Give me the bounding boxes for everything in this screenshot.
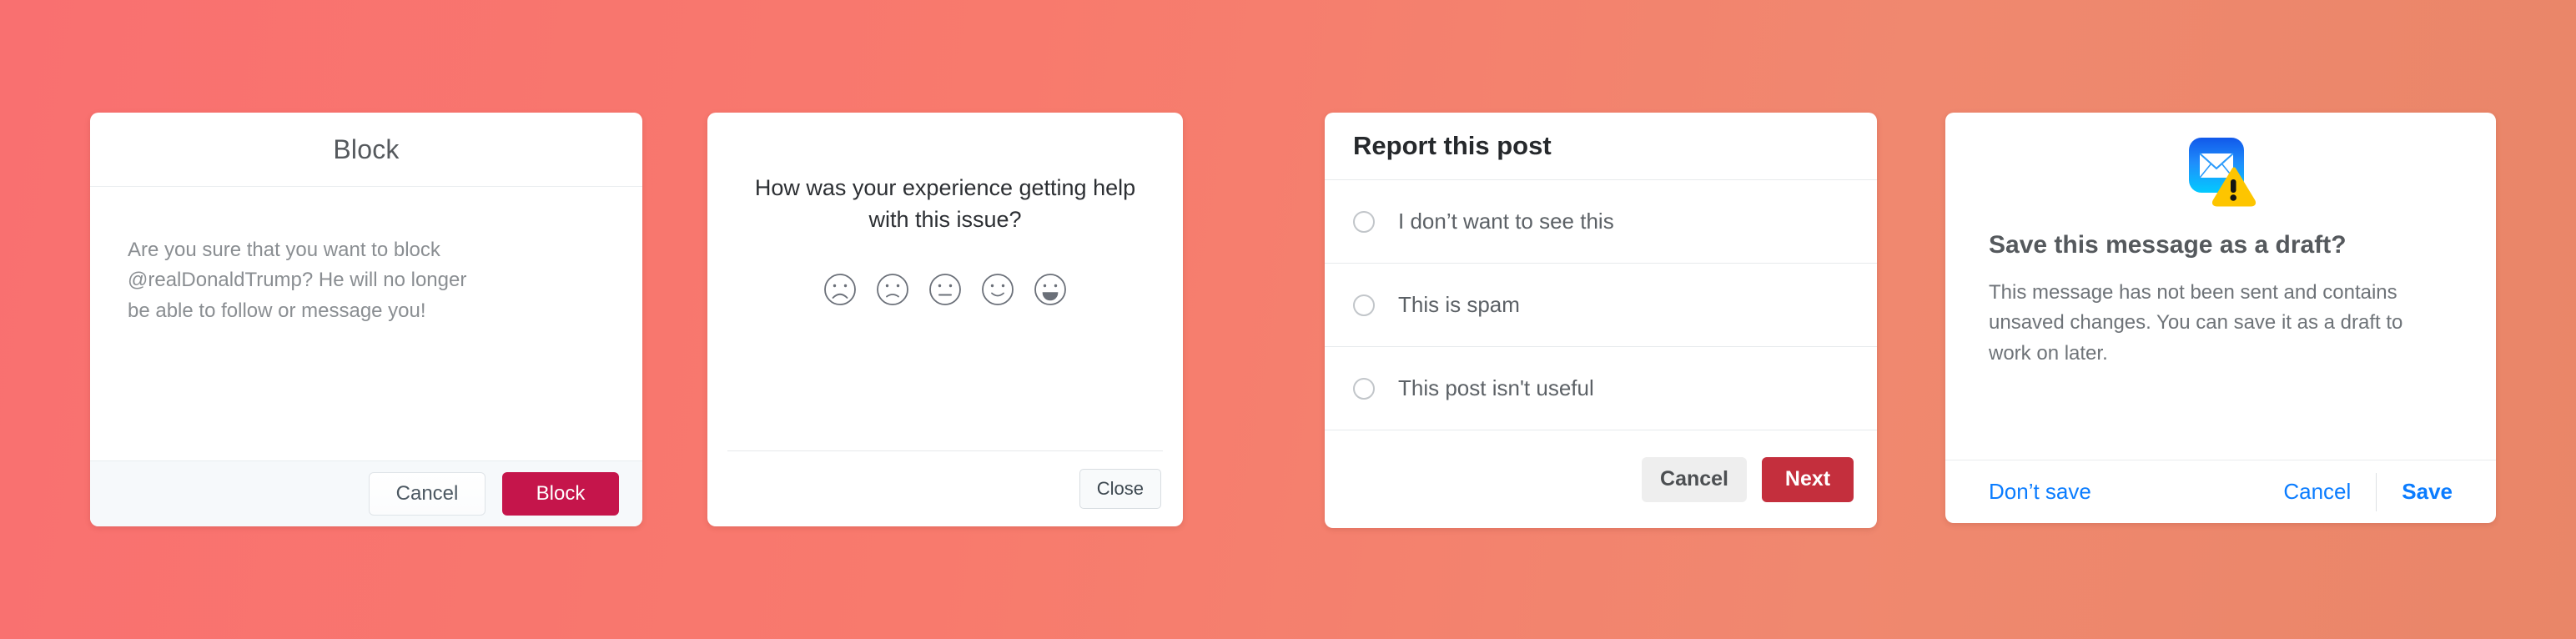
- neutral-face-icon[interactable]: [927, 271, 963, 308]
- very-happy-face-icon[interactable]: [1032, 271, 1069, 308]
- radio-unchecked-icon[interactable]: [1353, 377, 1375, 400]
- sad-face-icon[interactable]: [874, 271, 911, 308]
- report-option-row[interactable]: This post isn't useful: [1325, 347, 1877, 430]
- footer-divider: [2376, 472, 2377, 511]
- report-option-label: This is spam: [1398, 292, 1520, 317]
- save-draft-dialog: Save this message as a draft? This messa…: [1945, 113, 2496, 523]
- mail-warning-icon: [2189, 138, 2257, 207]
- block-dialog: Block Are you sure that you want to bloc…: [90, 113, 642, 526]
- report-post-title: Report this post: [1353, 131, 1552, 160]
- experience-rating-close-button[interactable]: Close: [1079, 469, 1161, 509]
- block-cancel-button[interactable]: Cancel: [369, 472, 486, 516]
- radio-unchecked-icon[interactable]: [1353, 294, 1375, 316]
- report-cancel-button[interactable]: Cancel: [1642, 456, 1747, 502]
- report-option-label: I don’t want to see this: [1398, 209, 1614, 234]
- report-post-dialog: Report this post I don’t want to see thi…: [1325, 113, 1877, 528]
- experience-rating-body: How was your experience getting help wit…: [707, 113, 1183, 450]
- radio-unchecked-icon[interactable]: [1353, 210, 1375, 233]
- save-draft-cancel-button[interactable]: Cancel: [2283, 479, 2351, 505]
- report-next-button[interactable]: Next: [1762, 456, 1854, 502]
- very-sad-face-icon[interactable]: [822, 271, 858, 308]
- report-option-label: This post isn't useful: [1398, 375, 1594, 400]
- dialog-gallery: Block Are you sure that you want to bloc…: [0, 0, 2576, 639]
- block-dialog-header: Block: [90, 113, 642, 187]
- report-option-row[interactable]: I don’t want to see this: [1325, 180, 1877, 264]
- block-dialog-message: Are you sure that you want to block @rea…: [128, 239, 467, 322]
- experience-rating-scale: [749, 271, 1141, 308]
- save-draft-save-button[interactable]: Save: [2402, 479, 2453, 505]
- report-post-header: Report this post: [1325, 113, 1877, 180]
- save-draft-message: This message has not been sent and conta…: [1989, 281, 2403, 365]
- experience-rating-footer: Close: [707, 451, 1183, 526]
- experience-rating-question: How was your experience getting help wit…: [754, 175, 1136, 232]
- experience-rating-dialog: How was your experience getting help wit…: [707, 113, 1183, 526]
- save-draft-footer: Don’t save Cancel Save: [1945, 460, 2496, 523]
- block-confirm-button[interactable]: Block: [502, 472, 619, 516]
- report-post-footer: Cancel Next: [1325, 430, 1877, 528]
- report-option-row[interactable]: This is spam: [1325, 264, 1877, 347]
- block-dialog-footer: Cancel Block: [90, 460, 642, 526]
- save-draft-heading: Save this message as a draft?: [1989, 231, 2347, 259]
- happy-face-icon[interactable]: [979, 271, 1016, 308]
- save-draft-body: Save this message as a draft? This messa…: [1945, 113, 2496, 460]
- block-dialog-title: Block: [333, 133, 400, 164]
- block-dialog-body: Are you sure that you want to block @rea…: [90, 187, 642, 460]
- dont-save-button[interactable]: Don’t save: [1989, 479, 2091, 505]
- save-draft-icon-wrap: [1989, 133, 2453, 209]
